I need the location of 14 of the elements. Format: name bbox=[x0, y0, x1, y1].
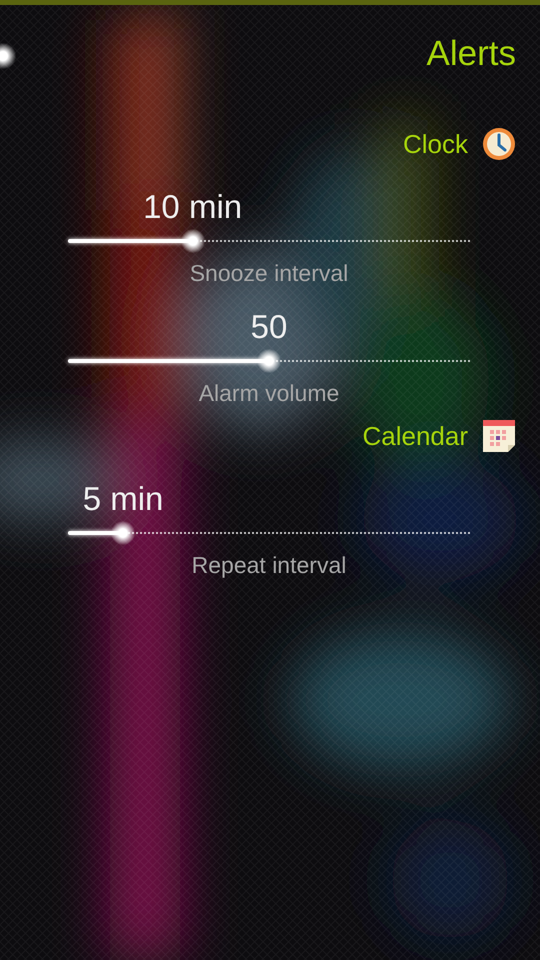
slider-value: 50 bbox=[250, 308, 288, 346]
calendar-icon bbox=[482, 419, 516, 453]
slider-handle[interactable] bbox=[111, 521, 136, 545]
section-header: Clock bbox=[402, 128, 468, 160]
clock-icon bbox=[482, 127, 516, 161]
slider-label: Snooze interval bbox=[188, 259, 350, 288]
slider-label: Repeat interval bbox=[190, 551, 348, 580]
slider-handle[interactable] bbox=[257, 349, 281, 373]
section-header: Calendar bbox=[362, 420, 468, 452]
slider-label: Alarm volume bbox=[198, 379, 340, 408]
slider-handle[interactable] bbox=[180, 229, 205, 253]
slider-value: 10 min bbox=[143, 188, 242, 226]
slider-value: 5 min bbox=[82, 480, 164, 518]
page-title: Alerts bbox=[426, 34, 516, 73]
